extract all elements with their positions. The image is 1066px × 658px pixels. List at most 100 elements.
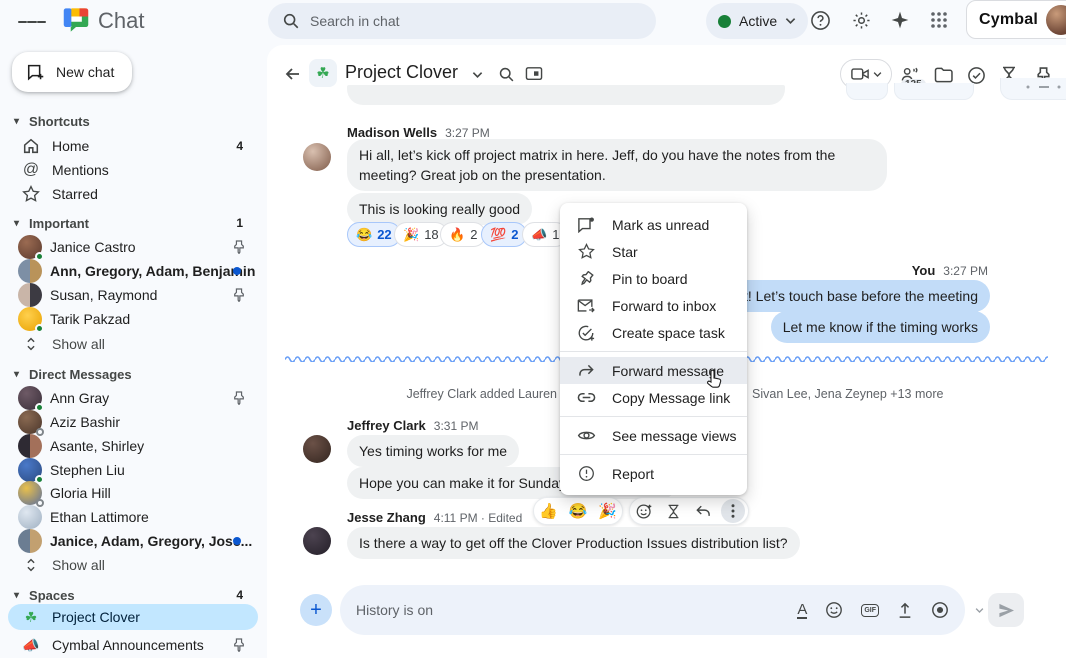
menu-item-create-space-task[interactable]: Create space task — [560, 319, 747, 346]
list-item-gloria-hill[interactable]: Gloria Hill — [0, 481, 267, 505]
apps-grid-icon[interactable] — [925, 6, 953, 34]
sidebar-item-cymbal-announcements[interactable]: 📣 Cymbal Announcements — [0, 633, 267, 657]
menu-item-forward-to-inbox[interactable]: Forward to inbox — [560, 292, 747, 319]
chat-plus-icon — [26, 62, 46, 82]
show-all-dm[interactable]: Show all — [0, 553, 267, 577]
sidebar-item-project-clover[interactable]: ☘ Project Clover — [8, 604, 258, 630]
space-avatar: ☘ — [309, 59, 337, 87]
list-item-aziz-bashir[interactable]: Aziz Bashir — [0, 410, 267, 434]
search-in-space-icon[interactable] — [494, 62, 518, 86]
reaction-pill[interactable]: 💯2 — [481, 222, 527, 247]
menu-divider — [560, 454, 747, 455]
sender-name: Madison Wells — [347, 125, 437, 140]
top-bar: Chat Active Cymbal — [0, 0, 1066, 44]
reaction-pill[interactable]: 😂22 — [347, 222, 401, 247]
avatar — [303, 527, 331, 555]
message-bubble-own[interactable]: Let me know if the timing works — [771, 311, 990, 343]
list-item-susan-raymond[interactable]: Susan, Raymond — [0, 283, 267, 307]
section-spaces[interactable]: ▾Spaces4 — [0, 584, 267, 606]
list-item-group-janice-adam[interactable]: Janice, Adam, Gregory, Jose... — [0, 529, 267, 553]
message-context-menu: Mark as unread Star Pin to board Forward… — [560, 203, 747, 495]
list-item-ethan-lattimore[interactable]: Ethan Lattimore — [0, 505, 267, 529]
company-logo: Cymbal — [979, 11, 1038, 29]
list-item-group-ann-gregory[interactable]: Ann, Gregory, Adam, Benjamin — [0, 259, 267, 283]
avatar — [303, 435, 331, 463]
search-bar[interactable] — [268, 3, 656, 39]
gemini-sparkle-icon[interactable] — [886, 6, 914, 34]
laughing-emoji[interactable]: 😂 — [569, 502, 588, 520]
message-composer[interactable]: A GIF — [340, 585, 965, 635]
list-item-asante-shirley[interactable]: Asante, Shirley — [0, 434, 267, 458]
conversation-panel: ☘ Project Clover 125 — [267, 45, 1066, 658]
user-avatar[interactable] — [1046, 5, 1066, 35]
menu-item-pin-to-board[interactable]: Pin to board — [560, 265, 747, 292]
send-options-chevron-icon[interactable] — [972, 603, 986, 617]
list-item-tarik-pakzad[interactable]: Tarik Pakzad — [0, 307, 267, 331]
message-bubble[interactable]: Is there a way to get off the Clover Pro… — [347, 527, 800, 559]
avatar — [18, 235, 42, 259]
reply-icon[interactable] — [692, 500, 714, 522]
show-all-important[interactable]: Show all — [0, 332, 267, 356]
forward-arrow-icon — [576, 363, 596, 378]
section-direct-messages[interactable]: ▾Direct Messages — [0, 363, 267, 385]
avatar — [18, 283, 42, 307]
record-icon[interactable] — [931, 601, 949, 619]
thumbs-up-emoji[interactable]: 👍 — [539, 502, 558, 520]
search-icon — [282, 12, 300, 30]
list-item-ann-gray[interactable]: Ann Gray — [0, 386, 267, 410]
history-hourglass-icon[interactable] — [663, 500, 685, 522]
message-bubble[interactable]: Yes timing works for me — [347, 435, 519, 467]
sidebar-item-starred[interactable]: Starred — [0, 182, 267, 206]
help-icon[interactable] — [806, 6, 834, 34]
emoji-icon[interactable] — [825, 601, 843, 619]
menu-item-mark-as-unread[interactable]: Mark as unread — [560, 211, 747, 238]
message-header: Jeffrey Clark3:31 PM — [347, 417, 478, 435]
home-icon — [20, 137, 42, 155]
section-shortcuts[interactable]: ▾Shortcuts — [0, 110, 267, 132]
new-chat-button[interactable]: New chat — [12, 52, 132, 92]
unfold-more-icon — [20, 557, 42, 573]
google-chat-app: Chat Active Cymbal — [0, 0, 1066, 658]
account-card[interactable]: Cymbal — [966, 0, 1066, 39]
star-icon — [576, 243, 596, 260]
task-check-plus-icon — [576, 324, 596, 342]
party-emoji[interactable]: 🎉 — [598, 502, 617, 520]
pin-icon — [233, 288, 245, 302]
upload-icon[interactable] — [897, 602, 913, 619]
list-item-stephen-liu[interactable]: Stephen Liu — [0, 458, 267, 482]
sidebar-item-home[interactable]: Home 4 — [0, 134, 267, 158]
menu-item-star[interactable]: Star — [560, 238, 747, 265]
menu-item-report[interactable]: Report — [560, 460, 747, 487]
hundred-emoji: 💯 — [490, 227, 506, 243]
text-format-icon[interactable]: A — [797, 602, 807, 619]
media-gallery-icon[interactable] — [522, 62, 546, 86]
add-reaction-icon[interactable] — [634, 500, 656, 522]
status-selector[interactable]: Active — [706, 3, 808, 39]
partial-hover-toolbar — [846, 83, 888, 100]
status-label: Active — [739, 13, 777, 29]
add-attachment-button[interactable]: + — [300, 594, 332, 626]
menu-item-see-message-views[interactable]: See message views — [560, 422, 747, 449]
timestamp: 3:27 PM — [445, 126, 490, 140]
back-icon[interactable] — [280, 61, 306, 87]
send-button[interactable] — [988, 593, 1024, 627]
message-bubble[interactable]: This is looking really good — [347, 193, 532, 225]
message-input[interactable] — [356, 602, 797, 618]
settings-gear-icon[interactable] — [847, 6, 875, 34]
pin-icon — [233, 391, 245, 405]
megaphone-emoji: 📣 — [531, 227, 547, 243]
avatar — [18, 481, 42, 505]
send-icon — [998, 603, 1015, 618]
search-input[interactable] — [310, 13, 642, 29]
gif-icon[interactable]: GIF — [861, 604, 879, 617]
clover-icon: ☘ — [20, 609, 42, 626]
space-menu-chevron-icon[interactable] — [467, 65, 487, 85]
reaction-pill[interactable]: 🔥2 — [440, 222, 486, 247]
message-bubble[interactable]: Hi all, let’s kick off project matrix in… — [347, 139, 887, 191]
main-menu-icon[interactable] — [18, 8, 46, 36]
section-important[interactable]: ▾Important1 — [0, 212, 267, 234]
sidebar-item-mentions[interactable]: @ Mentions — [0, 158, 267, 182]
more-options-icon[interactable] — [721, 499, 745, 523]
list-item-janice-castro[interactable]: Janice Castro — [0, 235, 267, 259]
megaphone-icon: 📣 — [20, 637, 42, 654]
